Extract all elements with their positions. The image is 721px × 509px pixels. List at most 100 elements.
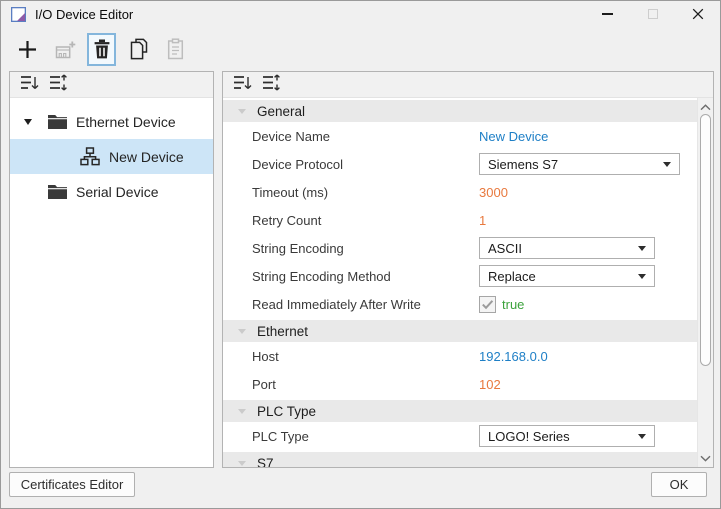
section-header-s7[interactable]: S7 [223, 450, 697, 467]
vertical-scrollbar[interactable] [697, 98, 713, 467]
minimize-button[interactable] [585, 1, 630, 27]
scroll-down-button[interactable] [698, 451, 713, 465]
section-header-ethernet[interactable]: Ethernet [223, 318, 697, 342]
expander-down-icon[interactable] [24, 119, 48, 125]
tree-item-label: Ethernet Device [76, 114, 176, 130]
device-tree: Ethernet Device New Device Serial Device [10, 98, 213, 209]
chevron-down-icon [663, 162, 671, 167]
tree-item-ethernet-device[interactable]: Ethernet Device [10, 104, 213, 139]
dropdown-selected-value: Replace [488, 269, 536, 284]
app-icon [11, 7, 26, 22]
scrollbar-thumb[interactable] [700, 114, 711, 366]
delete-device-button[interactable] [87, 33, 116, 66]
maximize-button [630, 1, 675, 27]
panel-toolbar [10, 72, 213, 98]
property-value: 192.168.0.0 [479, 349, 548, 364]
read-immediately-after-write-checkbox[interactable] [479, 296, 496, 313]
property-list: GeneralDevice NameNew DeviceDevice Proto… [223, 98, 697, 467]
property-label: String Encoding [223, 241, 479, 256]
chevron-down-icon [638, 246, 646, 251]
collapse-all-button[interactable] [20, 74, 39, 96]
device-name-value[interactable]: New Device [479, 129, 548, 144]
property-row-port: Port102 [223, 370, 697, 398]
property-content: GeneralDevice NameNew DeviceDevice Proto… [223, 98, 713, 467]
expand-all-button[interactable] [262, 74, 281, 96]
maximize-icon [648, 9, 658, 19]
host-value[interactable]: 192.168.0.0 [479, 349, 548, 364]
plus-icon [17, 39, 38, 60]
section-header-general[interactable]: General [223, 98, 697, 122]
property-value: Siemens S7 [479, 153, 680, 175]
collapse-all-icon [20, 74, 39, 96]
property-label: Host [223, 349, 479, 364]
scroll-up-button[interactable] [698, 100, 713, 114]
property-row-string-encoding-method: String Encoding Method Replace [223, 262, 697, 290]
section-title: PLC Type [257, 404, 316, 419]
section-collapse-icon [238, 409, 246, 414]
property-row-plc-type: PLC TypeLOGO! Series [223, 422, 697, 450]
expand-all-icon [262, 74, 281, 96]
property-label: Retry Count [223, 213, 479, 228]
property-value: 3000 [479, 185, 508, 200]
add-group-icon [54, 39, 76, 60]
property-value: ASCII [479, 237, 655, 259]
tree-item-label: New Device [109, 149, 184, 165]
io-device-editor-window: I/O Device Editor Ethernet DeviceNew Dev… [0, 0, 721, 509]
chevron-down-icon [638, 274, 646, 279]
minimize-icon [602, 13, 613, 15]
checkbox-value-text: true [502, 297, 524, 312]
property-label: Timeout (ms) [223, 185, 479, 200]
property-row-timeout-ms: Timeout (ms)3000 [223, 178, 697, 206]
collapse-all-button[interactable] [233, 74, 252, 96]
chevron-down-icon [638, 434, 646, 439]
property-value: LOGO! Series [479, 425, 655, 447]
property-value: 102 [479, 377, 501, 392]
add-device-button[interactable] [13, 33, 42, 66]
property-row-device-name: Device NameNew Device [223, 122, 697, 150]
close-button[interactable] [675, 1, 720, 27]
add-group-button [50, 33, 79, 66]
port-value[interactable]: 102 [479, 377, 501, 392]
property-value: 1 [479, 213, 486, 228]
property-value: true [479, 296, 524, 313]
string-encoding-method-dropdown[interactable]: Replace [479, 265, 655, 287]
property-label: String Encoding Method [223, 269, 479, 284]
copy-device-button[interactable] [124, 33, 153, 66]
folder-icon [48, 114, 67, 129]
chevron-up-icon [700, 104, 711, 111]
retry-count-value[interactable]: 1 [479, 213, 486, 228]
trash-icon [92, 38, 112, 60]
plc-type-dropdown[interactable]: LOGO! Series [479, 425, 655, 447]
property-value: Replace [479, 265, 655, 287]
tree-item-new-device[interactable]: New Device [10, 139, 213, 174]
collapse-all-icon [233, 74, 252, 96]
close-icon [692, 8, 704, 20]
property-row-string-encoding: String EncodingASCII [223, 234, 697, 262]
copy-icon [129, 38, 149, 60]
window-controls [585, 1, 720, 27]
section-header-plc-type[interactable]: PLC Type [223, 398, 697, 422]
device-protocol-dropdown[interactable]: Siemens S7 [479, 153, 680, 175]
main-toolbar [13, 32, 190, 66]
timeout-ms-value[interactable]: 3000 [479, 185, 508, 200]
section-collapse-icon [238, 329, 246, 334]
property-panel: GeneralDevice NameNew DeviceDevice Proto… [222, 71, 714, 468]
device-tree-panel: Ethernet Device New Device Serial Device [9, 71, 214, 468]
expand-all-button[interactable] [49, 74, 68, 96]
property-row-device-protocol: Device Protocol Siemens S7 [223, 150, 697, 178]
section-title: General [257, 104, 305, 119]
network-icon [80, 147, 100, 166]
property-value: New Device [479, 129, 548, 144]
string-encoding-dropdown[interactable]: ASCII [479, 237, 655, 259]
property-label: Device Name [223, 129, 479, 144]
tree-item-serial-device[interactable]: Serial Device [10, 174, 213, 209]
property-label: Device Protocol [223, 157, 479, 172]
tree-item-label: Serial Device [76, 184, 158, 200]
certificates-editor-button[interactable]: Certificates Editor [9, 472, 135, 497]
chevron-down-icon [700, 455, 711, 462]
ok-button[interactable]: OK [651, 472, 707, 497]
property-row-host: Host192.168.0.0 [223, 342, 697, 370]
section-collapse-icon [238, 461, 246, 466]
dropdown-selected-value: Siemens S7 [488, 157, 558, 172]
section-title: S7 [257, 456, 274, 468]
